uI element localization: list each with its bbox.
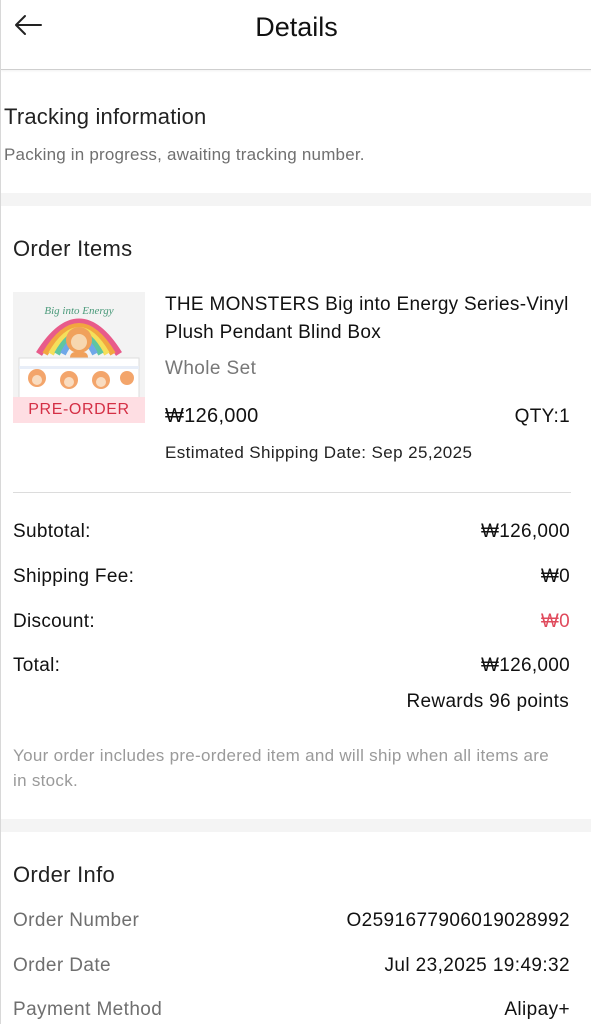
product-variant: Whole Set — [165, 358, 257, 379]
discount-value: ₩0 — [540, 611, 570, 632]
discount-label: Discount: — [13, 611, 95, 632]
preorder-note: Your order includes pre-ordered item and… — [13, 746, 549, 790]
preorder-badge: PRE-ORDER — [13, 397, 145, 423]
total-label: Total: — [13, 655, 61, 676]
discount-row: Discount: ₩0 — [13, 611, 570, 637]
payment-method-label: Payment Method — [13, 999, 163, 1020]
shipping-fee-value: ₩0 — [540, 566, 570, 587]
product-box-logo-text: Big into Energy — [44, 305, 113, 317]
order-date-value: Jul 23,2025 19:49:32 — [384, 955, 570, 976]
subtotal-row: Subtotal: ₩126,000 — [13, 521, 570, 547]
order-number-value[interactable]: O2591677906019028992 — [346, 910, 570, 932]
product-image[interactable]: Big into Energy PRE-ORDER — [13, 292, 145, 423]
page-title: Details — [255, 12, 338, 42]
product-price: ₩126,000 — [165, 405, 259, 427]
shipping-fee-row: Shipping Fee: ₩0 — [13, 566, 570, 592]
tracking-section: Tracking information Packing in progress… — [1, 70, 591, 193]
section-divider — [1, 819, 591, 832]
top-bar: Details — [1, 0, 591, 70]
rewards-points: Rewards 96 points — [406, 691, 569, 712]
section-divider — [1, 193, 591, 206]
product-quantity: QTY:1 — [514, 406, 570, 427]
order-info-title: Order Info — [13, 862, 116, 887]
order-details-page: Details Tracking information Packing in … — [0, 0, 591, 1024]
order-date-row: Order Date Jul 23,2025 19:49:32 — [13, 955, 570, 981]
order-number-label: Order Number — [13, 910, 140, 931]
subtotal-label: Subtotal: — [13, 521, 91, 542]
total-value: ₩126,000 — [480, 655, 570, 676]
shipping-fee-label: Shipping Fee: — [13, 566, 135, 587]
order-items-title: Order Items — [13, 236, 133, 261]
order-number-row: Order Number O2591677906019028992 — [13, 910, 570, 936]
product-name[interactable]: THE MONSTERS Big into Energy Series-Viny… — [165, 291, 575, 347]
payment-method-row: Payment Method Alipay+ — [13, 999, 570, 1024]
divider — [13, 492, 571, 493]
order-date-label: Order Date — [13, 955, 111, 976]
tracking-title: Tracking information — [4, 104, 207, 129]
payment-method-value: Alipay+ — [504, 999, 570, 1020]
subtotal-value: ₩126,000 — [480, 521, 570, 542]
total-row: Total: ₩126,000 — [13, 655, 570, 681]
tracking-status: Packing in progress, awaiting tracking n… — [4, 145, 365, 164]
estimated-shipping-date: Estimated Shipping Date: Sep 25,2025 — [165, 443, 473, 462]
